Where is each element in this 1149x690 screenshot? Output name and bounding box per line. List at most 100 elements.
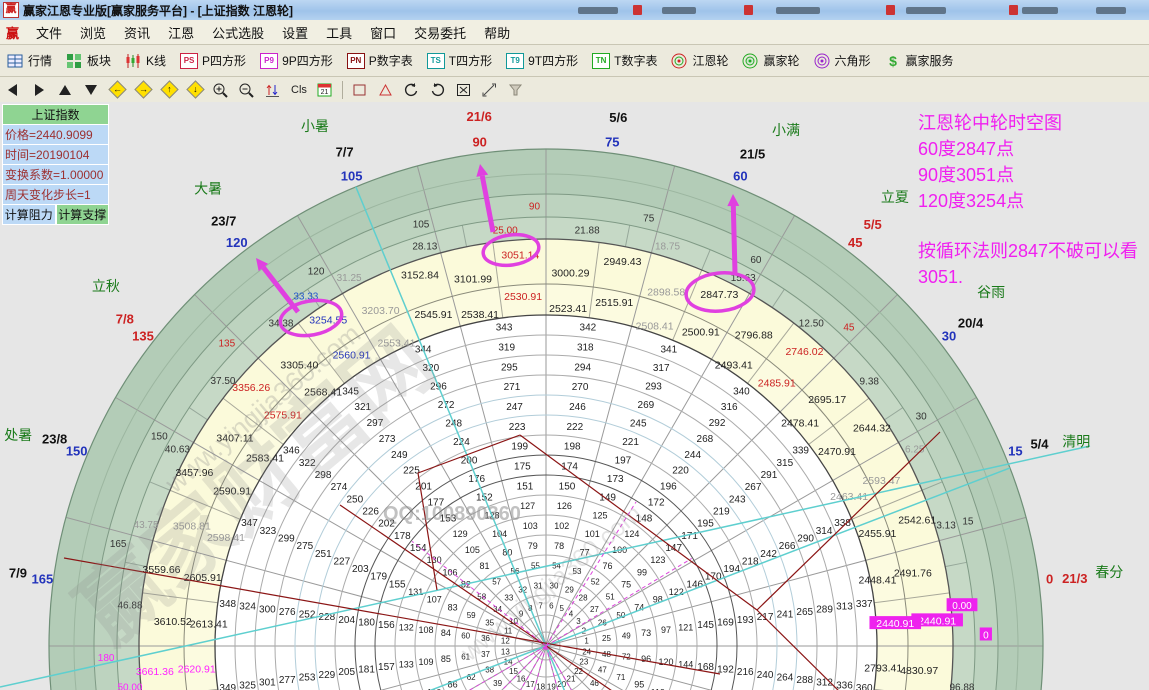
spiral-number: 196 (660, 482, 677, 493)
toolbar-button-赢家轮[interactable]: 赢家轮 (735, 48, 806, 73)
diamond-up-icon: ↑ (160, 80, 178, 98)
inner-price-value: 2515.91 (595, 297, 633, 309)
down-arrow-icon[interactable] (79, 79, 103, 100)
inner-price-value: 2793.41 (864, 663, 902, 675)
spiral-number: 132 (399, 623, 414, 633)
menu-item-帮助[interactable]: 帮助 (475, 21, 519, 44)
up-arrow-icon[interactable] (53, 79, 77, 100)
spiral-number: 201 (415, 482, 432, 493)
menu-item-设置[interactable]: 设置 (273, 21, 317, 44)
calc-button-support[interactable]: 计算支撑 (56, 205, 110, 225)
spiral-number: 130 (427, 555, 442, 565)
titlebar-artifact (1096, 7, 1126, 14)
spiral-number: 51 (606, 593, 615, 602)
menu-item-窗口[interactable]: 窗口 (361, 21, 405, 44)
rotate-ccw-icon[interactable] (400, 79, 424, 100)
box-x-icon[interactable] (452, 79, 476, 100)
spiral-number: 180 (358, 617, 375, 628)
panel-value-row: 周天变化步长=1 (2, 185, 109, 205)
spiral-number: 221 (622, 437, 639, 448)
calendar-icon[interactable]: 21 (313, 79, 337, 100)
spiral-number: 121 (678, 623, 693, 633)
date-label: 23/8 (42, 431, 67, 446)
spiral-number: 253 (299, 672, 316, 683)
menu-item-文件[interactable]: 文件 (27, 21, 71, 44)
calc-button-resistance[interactable]: 计算阻力 (2, 205, 56, 225)
toolbar-button-label: 9P四方形 (282, 52, 333, 69)
toolbar-button-P数字表[interactable]: PNP数字表 (340, 48, 420, 73)
rotate-cw-icon[interactable] (426, 79, 450, 100)
outer-price-value: 3661.36 (136, 666, 174, 678)
spiral-number: 339 (792, 446, 809, 457)
toolbar-button-六角形[interactable]: 六角形 (807, 48, 878, 73)
resize-icon[interactable] (478, 79, 502, 100)
spiral-number: 246 (569, 402, 586, 413)
spiral-number: 151 (517, 481, 534, 492)
toolbar-button-行情[interactable]: 行情 (0, 48, 59, 73)
spiral-number: 199 (511, 442, 528, 453)
spiral-number: 343 (496, 323, 513, 334)
menu-item-公式选股[interactable]: 公式选股 (203, 21, 273, 44)
funnel-icon[interactable] (504, 79, 528, 100)
solar-term-label: 大暑 (194, 180, 222, 196)
annotation-gap (918, 214, 1149, 238)
diamond-right-icon[interactable]: → (131, 79, 155, 100)
spiral-number: 175 (514, 462, 531, 473)
toolbar-button-K线[interactable]: K线 (118, 48, 173, 73)
toolbar-button-T数字表[interactable]: TNT数字表 (585, 48, 664, 73)
degree-ring-label: 105 (413, 220, 430, 231)
degree-value: 3.13 (936, 520, 956, 531)
toolbar-button-板块[interactable]: 板块 (59, 48, 118, 73)
spiral-number: 360 (856, 683, 873, 690)
toolbar-button-赢家服务[interactable]: $赢家服务 (878, 48, 961, 73)
diamond-up-icon[interactable]: ↑ (157, 79, 181, 100)
square-tool-icon[interactable] (348, 79, 372, 100)
toolbar-button-9T四方形[interactable]: T99T四方形 (499, 48, 585, 73)
menu-item-交易委托[interactable]: 交易委托 (405, 21, 475, 44)
toolbar-button-江恩轮[interactable]: 江恩轮 (664, 48, 735, 73)
menu-item-江恩[interactable]: 江恩 (159, 21, 203, 44)
toolbar-button-label: P四方形 (202, 52, 246, 69)
toolbar-button-9P四方形[interactable]: P99P四方形 (253, 48, 340, 73)
menu-item-工具[interactable]: 工具 (317, 21, 361, 44)
toolbar-button-label: K线 (146, 52, 166, 69)
dollar-icon: $ (885, 53, 902, 69)
spiral-number: 198 (564, 442, 581, 453)
spiral-number: 245 (630, 418, 647, 429)
cls-button[interactable]: Cls (287, 79, 311, 100)
degree-value: 9.38 (859, 376, 879, 387)
annotation-line: 120度3254点 (918, 188, 1149, 214)
spiral-number: 173 (607, 474, 624, 485)
spiral-number: 1 (584, 637, 589, 646)
spiral-number: 288 (796, 675, 813, 686)
menu-item-浏览[interactable]: 浏览 (71, 21, 115, 44)
spiral-number: 178 (394, 531, 411, 542)
titlebar-artifact (776, 7, 820, 14)
spiral-number: 250 (346, 494, 363, 505)
spiral-number: 317 (653, 363, 670, 374)
zoom-out-icon[interactable] (235, 79, 259, 100)
menu-item-资讯[interactable]: 资讯 (115, 21, 159, 44)
titlebar-red-icon (1009, 5, 1018, 15)
outer-price-value: 2949.43 (603, 256, 641, 268)
spiral-number: 57 (492, 578, 501, 587)
price-updown-icon[interactable] (261, 79, 285, 100)
diamond-left-icon[interactable]: ← (105, 79, 129, 100)
zoom-in-icon[interactable] (209, 79, 233, 100)
toolbar-button-P四方形[interactable]: PSP四方形 (173, 48, 253, 73)
diamond-down-icon[interactable]: ↓ (183, 79, 207, 100)
app-window: { "titlebar": { "logo": "赢", "title": "赢… (0, 0, 1149, 690)
spiral-number: 109 (419, 657, 434, 667)
inner-price-value: 2470.91 (818, 446, 856, 458)
outer-degree-label: 15 (1008, 444, 1022, 459)
inner-price-value: 2620.91 (178, 663, 216, 675)
degree-value: 0.00 (952, 601, 972, 612)
spiral-number: 251 (315, 549, 332, 560)
blocks-icon (66, 53, 83, 69)
back-arrow-icon[interactable] (1, 79, 25, 100)
spiral-number: 269 (638, 400, 655, 411)
outer-degree-label: 75 (605, 134, 619, 149)
toolbar-button-T四方形[interactable]: TST四方形 (420, 48, 499, 73)
triangle-tool-icon[interactable] (374, 79, 398, 100)
forward-arrow-icon[interactable] (27, 79, 51, 100)
